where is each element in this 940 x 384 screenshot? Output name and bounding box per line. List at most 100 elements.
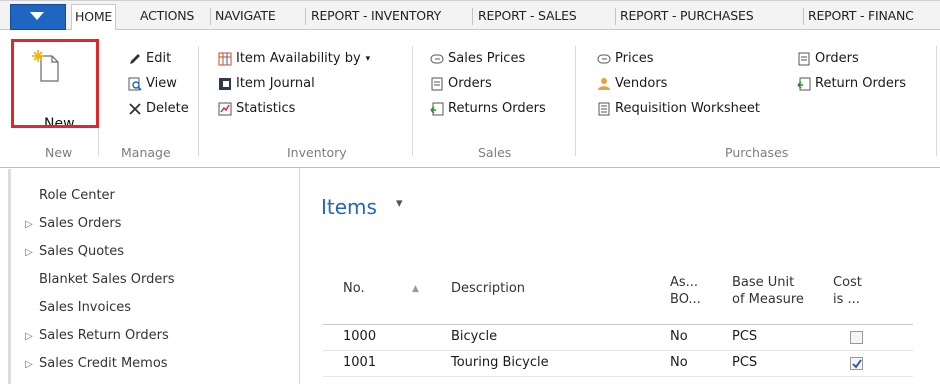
return-orders-button[interactable]: Return Orders <box>797 76 906 91</box>
ribbon: New New Edit View Delete Manage Item Ava… <box>0 30 940 168</box>
group-label-inventory: Inventory <box>287 145 347 160</box>
tab-report-purchases[interactable]: REPORT - PURCHASES <box>620 8 754 23</box>
tab-report-sales[interactable]: REPORT - SALES <box>478 8 577 23</box>
nav-item-sales-return-orders[interactable]: Sales Return Orders <box>39 328 169 343</box>
document-icon <box>798 52 810 65</box>
cell-no: 1001 <box>343 355 377 370</box>
delete-label: Delete <box>146 101 189 116</box>
returns-orders-button[interactable]: Returns Orders <box>430 101 546 116</box>
cell-base-unit: PCS <box>732 329 758 344</box>
checkmark-icon <box>852 359 862 369</box>
group-label-new: New <box>45 145 73 160</box>
sales-orders-label: Orders <box>448 76 492 91</box>
cell-no: 1000 <box>343 329 377 344</box>
table-row[interactable]: 1000 Bicycle No PCS <box>323 325 913 351</box>
price-tag-icon <box>597 54 611 63</box>
purchase-prices-label: Prices <box>615 51 654 66</box>
tab-report-financial[interactable]: REPORT - FINANC <box>808 8 914 23</box>
cell-assembly: No <box>670 355 688 370</box>
column-header-cost-line2: is ... <box>833 292 860 307</box>
journal-icon <box>219 77 231 90</box>
column-header-base-unit-line1: Base Unit <box>732 275 795 290</box>
delete-button[interactable]: Delete <box>128 101 189 116</box>
nav-item-sales-orders[interactable]: Sales Orders <box>39 216 121 231</box>
expand-arrow-icon[interactable]: ▷ <box>25 219 33 230</box>
tab-home[interactable]: HOME <box>71 4 117 31</box>
column-header-cost[interactable]: Cost is ... <box>833 274 862 308</box>
purchase-orders-label: Orders <box>815 51 859 66</box>
tab-divider <box>210 8 211 25</box>
purchase-prices-button[interactable]: Prices <box>597 51 654 66</box>
nav-item-blanket-sales-orders[interactable]: Blanket Sales Orders <box>39 272 174 287</box>
nav-item-sales-credit-memos[interactable]: Sales Credit Memos <box>39 356 168 371</box>
cell-description[interactable]: Touring Bicycle <box>451 355 549 370</box>
tab-navigate[interactable]: NAVIGATE <box>215 8 276 23</box>
cost-checkbox[interactable] <box>850 357 863 370</box>
view-button[interactable]: View <box>128 76 177 91</box>
column-header-assembly-bom[interactable]: As... BO... <box>670 274 701 308</box>
item-journal-button[interactable]: Item Journal <box>218 76 315 91</box>
sort-ascending-icon: ▲ <box>412 284 419 294</box>
return-orders-label: Return Orders <box>815 76 906 91</box>
column-header-description[interactable]: Description <box>451 280 525 297</box>
worksheet-icon <box>598 102 610 115</box>
tab-divider <box>615 8 616 25</box>
column-header-base-unit-line2: of Measure <box>732 292 804 307</box>
column-header-base-unit[interactable]: Base Unit of Measure <box>732 274 804 308</box>
page-title[interactable]: Items <box>321 195 377 219</box>
view-icon <box>128 77 142 91</box>
tab-divider <box>472 8 473 25</box>
application-menu-button[interactable] <box>10 4 66 30</box>
edit-button[interactable]: Edit <box>128 51 171 66</box>
person-icon <box>598 77 610 90</box>
return-document-icon <box>797 77 811 90</box>
nav-item-sales-quotes[interactable]: Sales Quotes <box>39 244 124 259</box>
statistics-button[interactable]: Statistics <box>218 101 295 116</box>
group-divider <box>412 46 413 156</box>
view-label: View <box>146 76 177 91</box>
item-journal-label: Item Journal <box>236 76 315 91</box>
sales-prices-label: Sales Prices <box>448 51 526 66</box>
expand-arrow-icon[interactable]: ▷ <box>25 331 33 342</box>
price-tag-icon <box>430 54 444 63</box>
group-label-sales: Sales <box>478 145 512 160</box>
group-divider <box>198 46 199 156</box>
nav-item-sales-invoices[interactable]: Sales Invoices <box>39 300 131 315</box>
availability-grid-icon <box>218 52 232 65</box>
table-row[interactable]: 1001 Touring Bicycle No PCS <box>323 351 913 377</box>
requisition-worksheet-button[interactable]: Requisition Worksheet <box>597 101 760 116</box>
item-availability-button[interactable]: Item Availability by ▾ <box>218 51 370 66</box>
return-document-icon <box>430 102 444 115</box>
cell-assembly: No <box>670 329 688 344</box>
requisition-worksheet-label: Requisition Worksheet <box>615 101 760 116</box>
group-divider <box>575 46 576 156</box>
delete-x-icon <box>129 102 141 115</box>
chevron-down-icon[interactable]: ▾ <box>396 196 403 211</box>
expand-arrow-icon[interactable]: ▷ <box>25 247 33 258</box>
pencil-icon <box>130 53 140 64</box>
tab-report-inventory[interactable]: REPORT - INVENTORY <box>311 8 441 23</box>
edit-label: Edit <box>146 51 172 66</box>
vendors-button[interactable]: Vendors <box>597 76 667 91</box>
statistics-chart-icon <box>218 102 232 115</box>
purchase-orders-button[interactable]: Orders <box>797 51 859 66</box>
statistics-label: Statistics <box>236 101 296 116</box>
nav-item-role-center[interactable]: Role Center <box>39 188 115 203</box>
expand-arrow-icon[interactable]: ▷ <box>25 359 33 370</box>
ribbon-tab-bar: HOME ACTIONS NAVIGATE REPORT - INVENTORY… <box>0 0 940 31</box>
chevron-down-icon <box>30 12 44 20</box>
navigation-pane-scrollbar[interactable] <box>8 169 11 384</box>
vendors-label: Vendors <box>615 76 668 91</box>
group-label-manage: Manage <box>121 145 171 160</box>
column-header-no[interactable]: No. <box>343 280 365 297</box>
tab-divider <box>803 8 804 25</box>
sales-orders-button[interactable]: Orders <box>430 76 492 91</box>
tab-actions[interactable]: ACTIONS <box>140 8 194 23</box>
sales-prices-button[interactable]: Sales Prices <box>430 51 525 66</box>
item-availability-label: Item Availability by <box>236 51 361 66</box>
column-header-assembly-line2: BO... <box>670 292 701 307</box>
cell-base-unit: PCS <box>732 355 758 370</box>
cost-checkbox[interactable] <box>850 331 863 344</box>
cell-description[interactable]: Bicycle <box>451 329 497 344</box>
highlight-box <box>11 39 99 128</box>
